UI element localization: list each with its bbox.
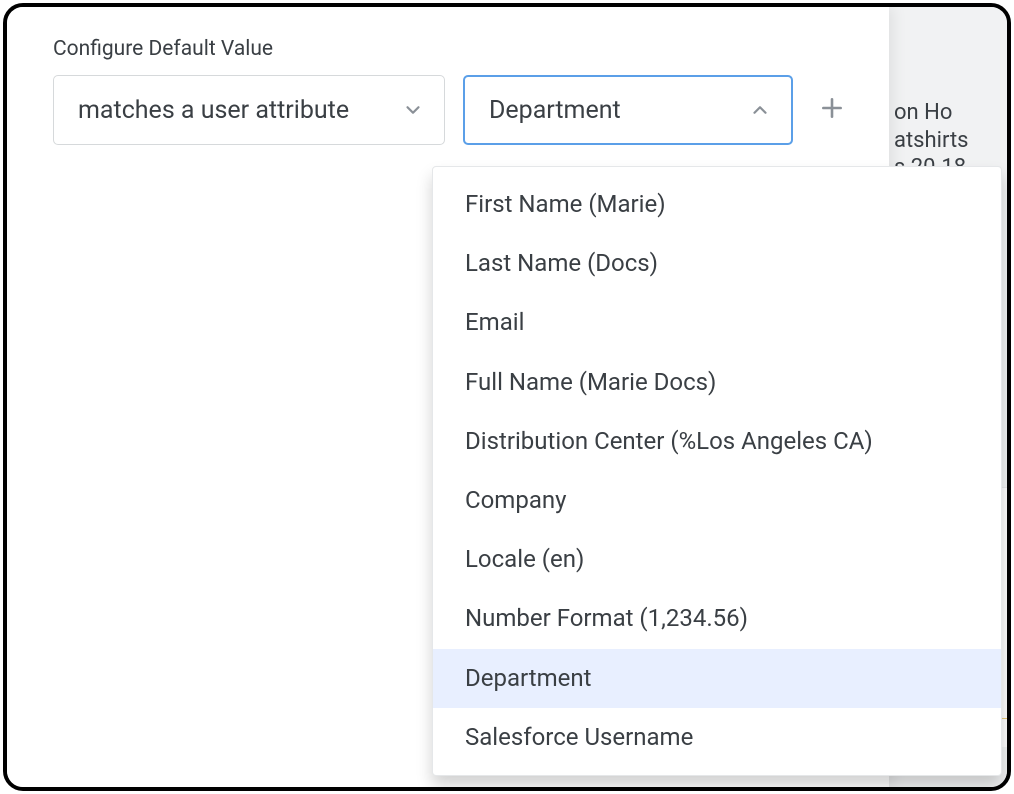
dropdown-item[interactable]: Company bbox=[433, 471, 1001, 530]
section-label: Configure Default Value bbox=[53, 37, 853, 61]
dropdown-item[interactable]: Department bbox=[433, 649, 1001, 708]
bg-text: on Ho bbox=[894, 99, 1001, 127]
dropdown-item[interactable]: Locale (en) bbox=[433, 530, 1001, 589]
bg-text: atshirts bbox=[894, 127, 1001, 155]
chevron-up-icon bbox=[749, 99, 771, 121]
dropdown-item[interactable]: First Name (Marie) bbox=[433, 175, 1001, 234]
dropdown-item[interactable]: Last Name (Docs) bbox=[433, 234, 1001, 293]
dropdown-item[interactable]: Number Format (1,234.56) bbox=[433, 589, 1001, 648]
controls-row: matches a user attribute Department bbox=[53, 75, 853, 145]
condition-select[interactable]: matches a user attribute bbox=[53, 75, 445, 145]
attribute-select-value: Department bbox=[489, 96, 621, 125]
add-condition-button[interactable] bbox=[811, 89, 853, 131]
attribute-dropdown-menu: First Name (Marie)Last Name (Docs)EmailF… bbox=[432, 166, 1002, 776]
dropdown-item[interactable]: Distribution Center (%Los Angeles CA) bbox=[433, 412, 1001, 471]
dropdown-item[interactable]: Email bbox=[433, 293, 1001, 352]
chevron-down-icon bbox=[402, 99, 424, 121]
condition-select-value: matches a user attribute bbox=[78, 96, 349, 125]
plus-icon bbox=[819, 95, 845, 125]
dropdown-item[interactable]: Salesforce Username bbox=[433, 708, 1001, 767]
dropdown-item[interactable]: Full Name (Marie Docs) bbox=[433, 353, 1001, 412]
attribute-select[interactable]: Department bbox=[463, 75, 793, 145]
